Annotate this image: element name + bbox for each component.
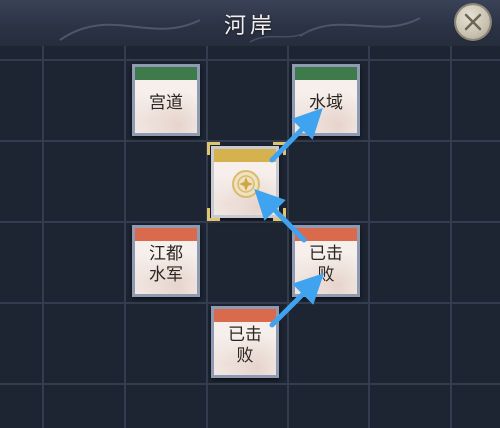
path-arrow (269, 107, 323, 163)
path-arrow (254, 188, 307, 243)
path-arrows (254, 107, 324, 328)
path-arrow (269, 273, 324, 328)
